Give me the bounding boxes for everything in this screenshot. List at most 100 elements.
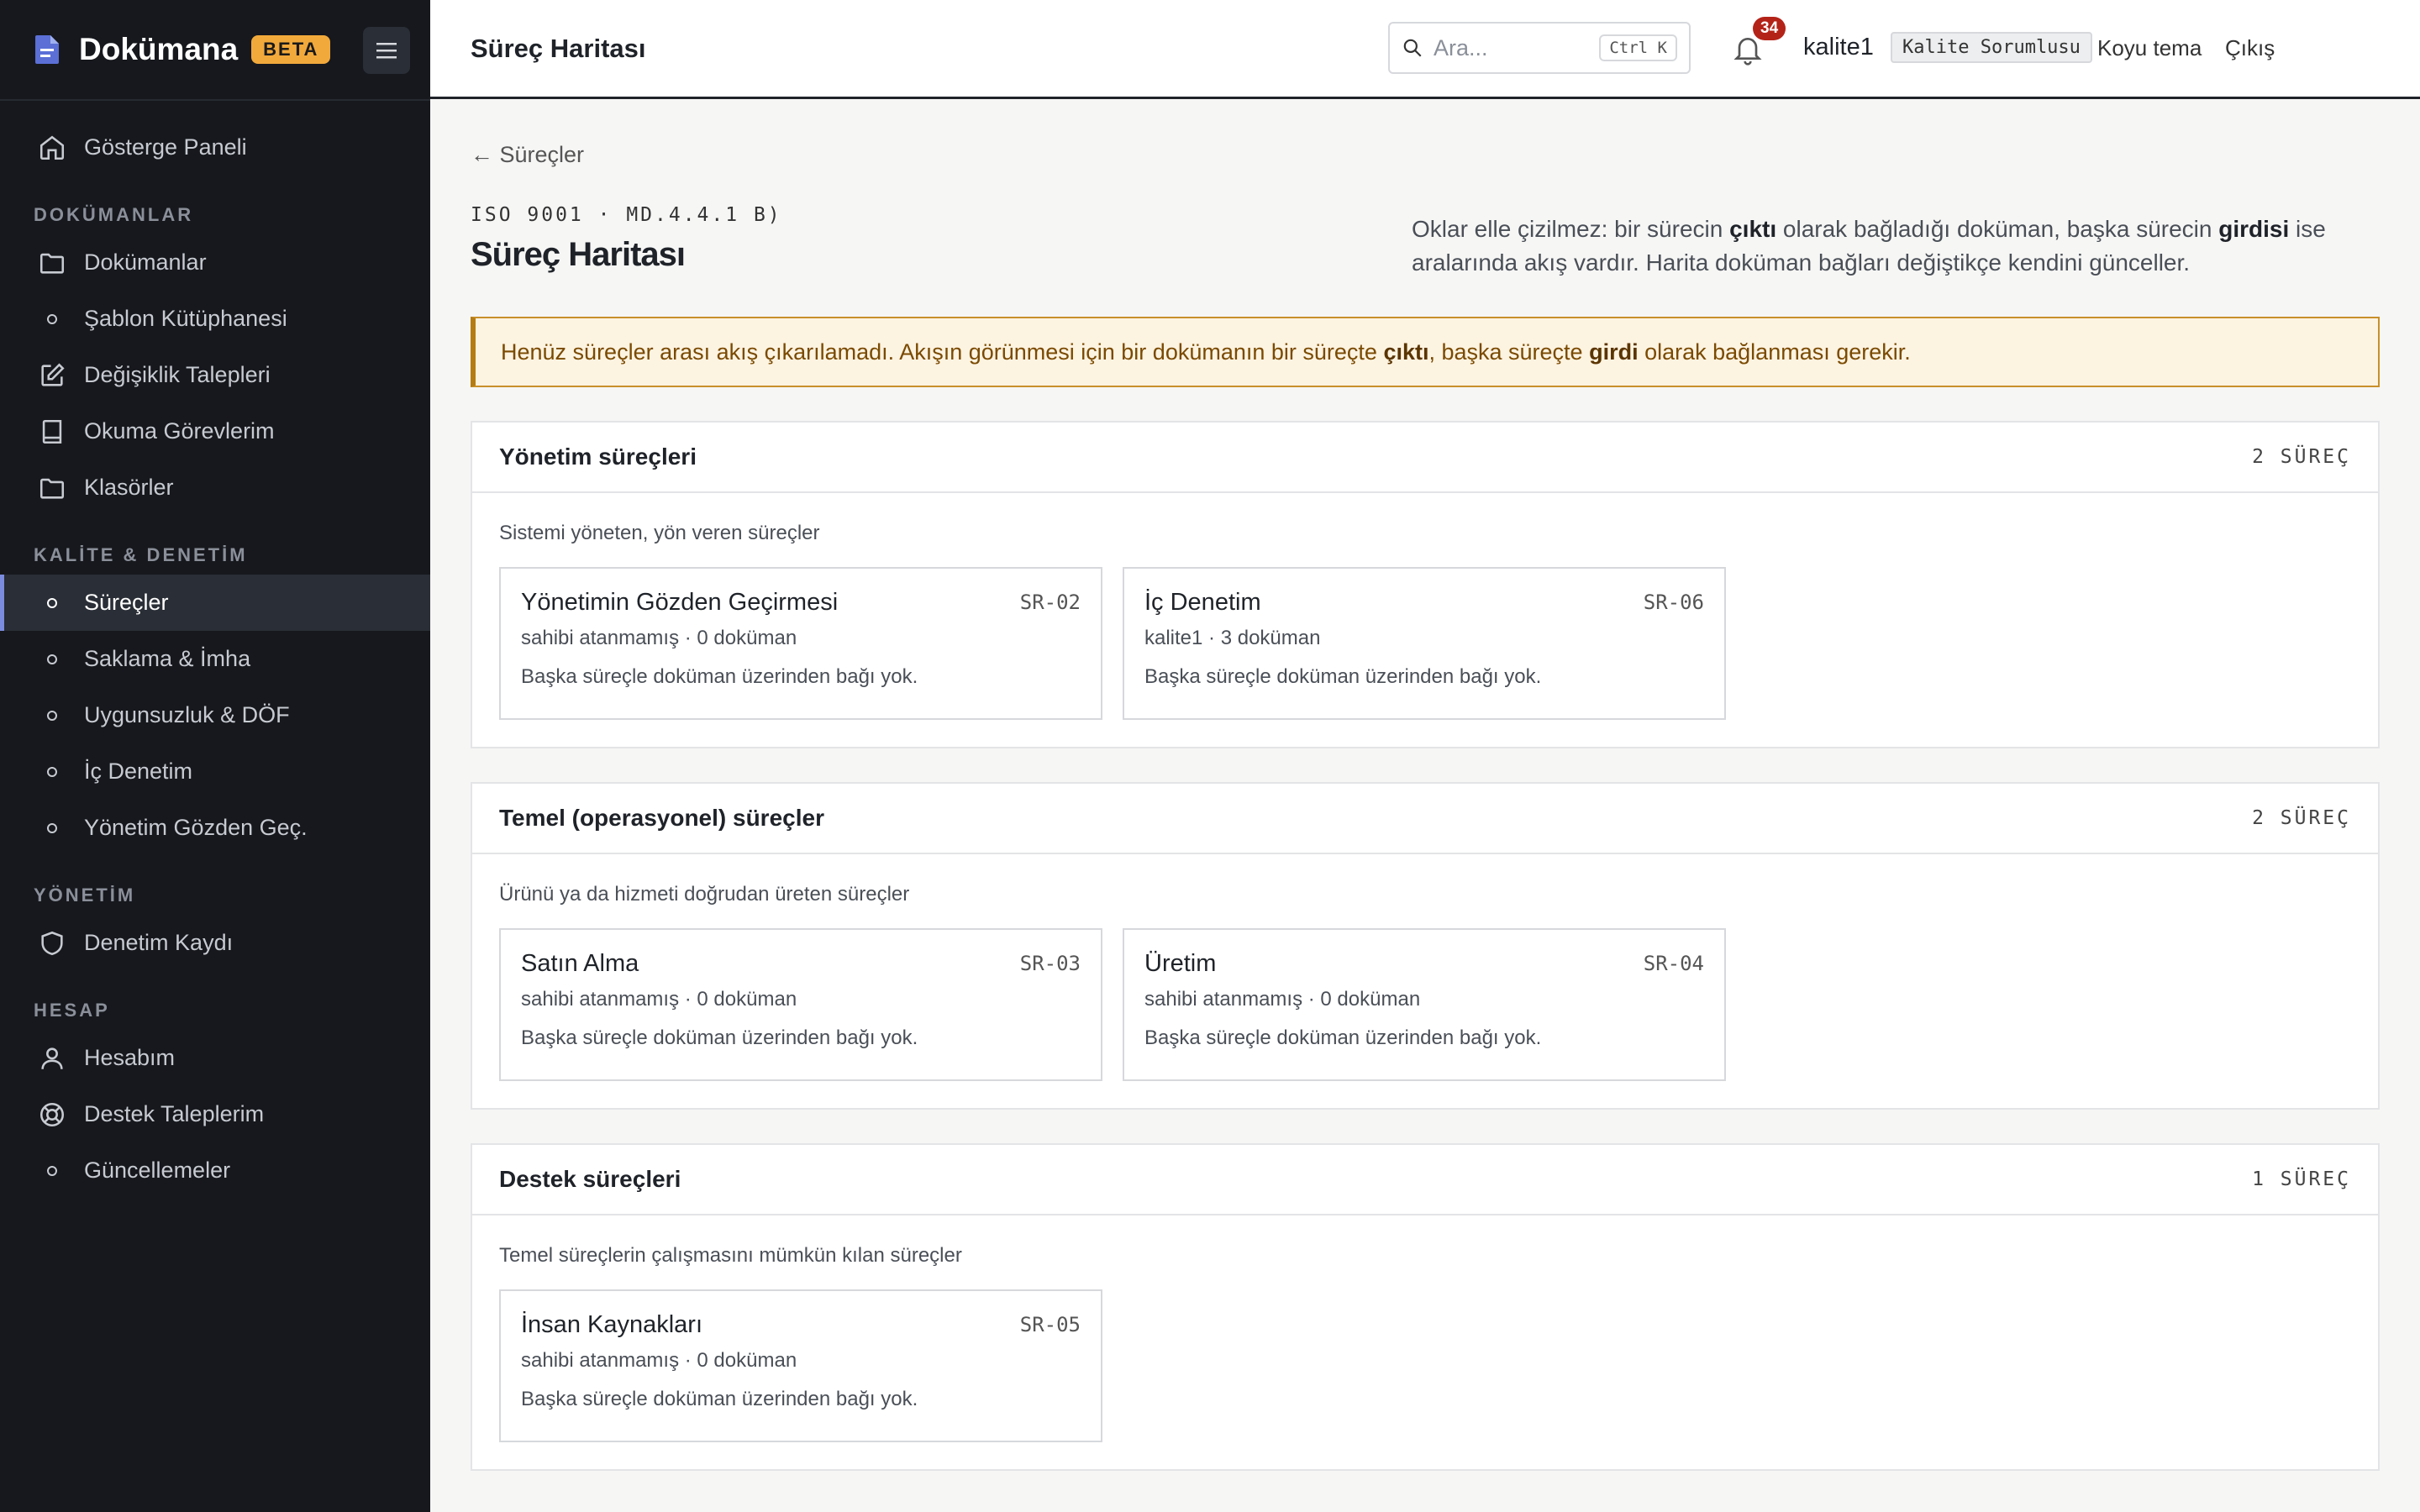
shield-icon [37,928,67,958]
warning-alert: Henüz süreçler arası akış çıkarılamadı. … [471,317,2380,387]
lifebuoy-icon [37,1100,67,1130]
process-card[interactable]: İç Denetim SR-06 kalite1 · 3 doküman Baş… [1123,567,1726,720]
sidebar-item-label: Dokümanlar [84,249,207,275]
back-link[interactable]: ← Süreçler [471,142,584,168]
sidebar-item-label: Uygunsuzluk & DÖF [84,702,290,727]
sidebar-item-label: Hesabım [84,1045,176,1070]
topbar: Süreç Haritası Ara... Ctrl K 34 kalite1 … [430,0,2420,99]
theme-toggle-button[interactable]: Koyu tema [2097,35,2202,61]
page-title: Süreç Haritası [471,236,686,273]
process-code: SR-05 [1019,1313,1081,1336]
sidebar-item-account[interactable]: Hesabım [0,1030,430,1086]
sidebar-item-reading-tasks[interactable]: Okuma Görevlerim [0,403,430,459]
process-group-core: Temel (operasyonel) süreçler 2 SÜREÇ Ürü… [471,782,2380,1110]
main-content: ← Süreçler ISO 9001 · MD.4.4.1 B) Süreç … [430,102,2420,1512]
circle-icon [37,701,67,731]
sidebar-section-title: HESAP [34,1000,110,1021]
process-card[interactable]: İnsan Kaynakları SR-05 sahibi atanmamış … [499,1289,1102,1442]
folder-icon [37,248,67,278]
sidebar-item-label: Şablon Kütüphanesi [84,306,287,331]
group-title: Temel (operasyonel) süreçler [499,805,824,831]
search-placeholder: Ara... [1434,34,1488,60]
search-icon [1403,39,1422,57]
sidebar-nav: Gösterge Paneli DOKÜMANLAR Dokümanlar Şa… [0,101,430,1199]
username: kalite1 [1803,34,1874,60]
group-count: 1 SÜREÇ [2252,1168,2351,1190]
process-cards: Satın Alma SR-03 sahibi atanmamış · 0 do… [472,928,2378,1108]
sidebar-item-label: Saklama & İmha [84,646,251,671]
sidebar-item-dashboard[interactable]: Gösterge Paneli [0,119,430,176]
folder-icon [37,473,67,503]
circle-icon [37,813,67,843]
brand-name[interactable]: Dokümana [79,32,238,67]
circle-icon [37,644,67,675]
sidebar-item-template-library[interactable]: Şablon Kütüphanesi [0,291,430,347]
sidebar-item-updates[interactable]: Güncellemeler [0,1142,430,1199]
sidebar-item-documents[interactable]: Dokümanlar [0,234,430,291]
circle-icon [37,588,67,618]
process-meta: sahibi atanmamış · 0 doküman [521,988,797,1011]
document-logo-icon [35,35,59,64]
sidebar-item-label: Gösterge Paneli [84,134,247,160]
beta-badge: BETA [251,35,331,64]
group-header: Destek süreçleri 1 SÜREÇ [472,1145,2378,1215]
circle-icon [37,757,67,787]
logout-button[interactable]: Çıkış [2225,35,2275,61]
process-group-support: Destek süreçleri 1 SÜREÇ Temel süreçleri… [471,1143,2380,1471]
search-input[interactable]: Ara... Ctrl K [1388,22,1691,74]
process-note: Başka süreçle doküman üzerinden bağı yok… [1144,1026,1542,1049]
hamburger-icon [376,43,397,59]
sidebar-item-support[interactable]: Destek Taleplerim [0,1086,430,1142]
role-badge: Kalite Sorumlusu [1891,32,2092,63]
group-title: Destek süreçleri [499,1166,681,1192]
circle-icon [37,304,67,334]
group-description: Ürünü ya da hizmeti doğrudan üreten süre… [499,883,910,906]
group-title: Yönetim süreçleri [499,444,697,470]
process-cards: Yönetimin Gözden Geçirmesi SR-02 sahibi … [472,567,2378,747]
process-note: Başka süreçle doküman üzerinden bağı yok… [1144,665,1542,688]
process-meta: sahibi atanmamış · 0 doküman [521,627,797,649]
sidebar-item-audit-log[interactable]: Denetim Kaydı [0,915,430,971]
group-description: Temel süreçlerin çalışmasını mümkün kıla… [499,1244,962,1267]
process-meta: sahibi atanmamış · 0 doküman [1144,988,1421,1011]
process-card[interactable]: Satın Alma SR-03 sahibi atanmamış · 0 do… [499,928,1102,1081]
sidebar-item-label: Yönetim Gözden Geç. [84,815,308,840]
process-cards: İnsan Kaynakları SR-05 sahibi atanmamış … [472,1289,2378,1469]
process-name: Yönetimin Gözden Geçirmesi [521,589,839,616]
process-note: Başka süreçle doküman üzerinden bağı yok… [521,665,918,688]
sidebar-section-title: DOKÜMANLAR [34,204,194,225]
process-note: Başka süreçle doküman üzerinden bağı yok… [521,1388,918,1410]
brand: Dokümana BETA [0,0,430,101]
process-card[interactable]: Yönetimin Gözden Geçirmesi SR-02 sahibi … [499,567,1102,720]
process-meta: kalite1 · 3 doküman [1144,627,1321,649]
topbar-title: Süreç Haritası [471,33,646,63]
sidebar-section-title: KALİTE & DENETİM [34,544,248,565]
sidebar-item-nonconformity[interactable]: Uygunsuzluk & DÖF [0,687,430,743]
process-card[interactable]: Üretim SR-04 sahibi atanmamış · 0 doküma… [1123,928,1726,1081]
process-name: Üretim [1144,950,1217,977]
process-code: SR-06 [1643,591,1704,614]
sidebar-item-label: İç Denetim [84,759,193,784]
sidebar-item-retention[interactable]: Saklama & İmha [0,631,430,687]
sidebar-item-internal-audit[interactable]: İç Denetim [0,743,430,800]
process-note: Başka süreçle doküman üzerinden bağı yok… [521,1026,918,1049]
process-group-management: Yönetim süreçleri 2 SÜREÇ Sistemi yönete… [471,421,2380,748]
home-icon [37,133,67,163]
sidebar: Dokümana BETA Gösterge Paneli DOKÜMANLAR… [0,0,430,1512]
sidebar-item-processes[interactable]: Süreçler [0,575,430,631]
user-icon [37,1043,67,1074]
sidebar-item-management-review[interactable]: Yönetim Gözden Geç. [0,800,430,856]
group-description: Sistemi yöneten, yön veren süreçler [499,522,820,544]
group-header: Temel (operasyonel) süreçler 2 SÜREÇ [472,784,2378,854]
search-shortcut: Ctrl K [1599,34,1677,61]
process-name: İç Denetim [1144,589,1261,616]
process-code: SR-02 [1019,591,1081,614]
process-name: Satın Alma [521,950,639,977]
sidebar-item-folders[interactable]: Klasörler [0,459,430,516]
menu-toggle-button[interactable] [363,27,410,74]
sidebar-item-label: Klasörler [84,475,174,500]
book-icon [37,417,67,447]
sidebar-item-change-requests[interactable]: Değişiklik Talepleri [0,347,430,403]
circle-icon [37,1156,67,1186]
sidebar-item-label: Değişiklik Talepleri [84,362,271,387]
